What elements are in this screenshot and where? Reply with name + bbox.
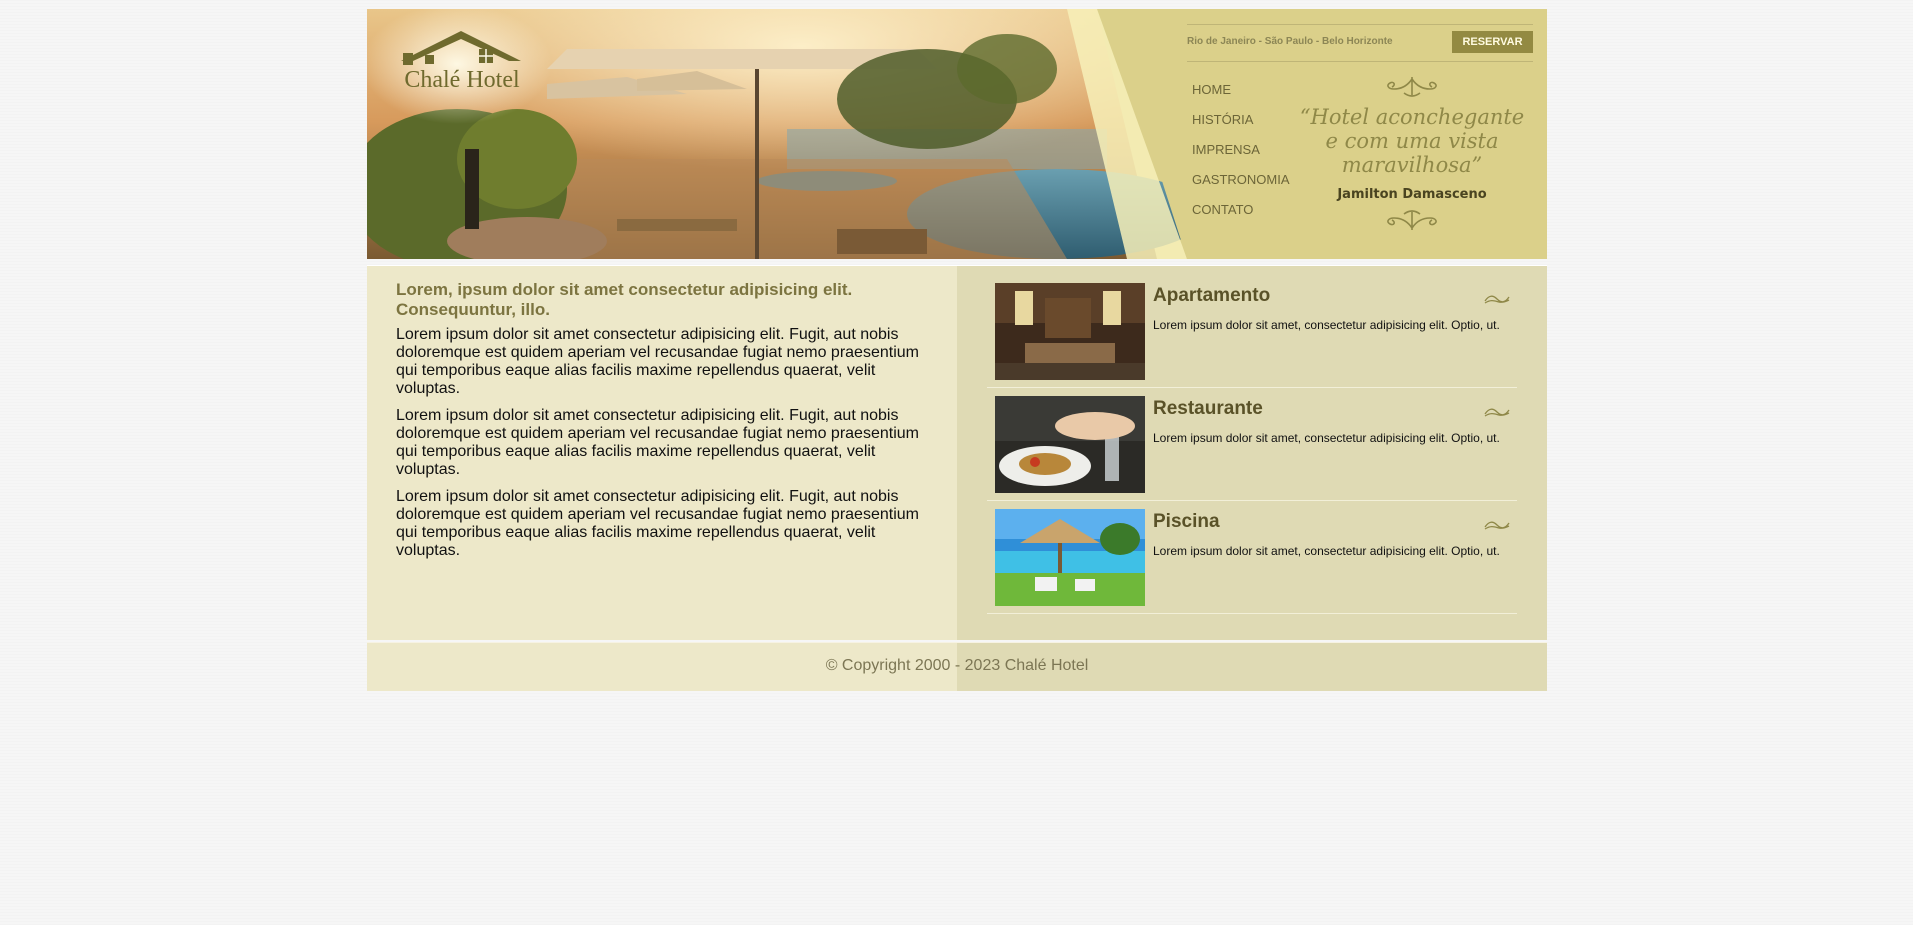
ornament-icon	[1484, 521, 1510, 530]
cities-text: Rio de Janeiro - São Paulo - Belo Horizo…	[1187, 36, 1393, 47]
service-item-piscina[interactable]: Piscina Lorem ipsum dolor sit amet, cons…	[987, 501, 1517, 614]
ornament-icon	[1484, 295, 1510, 304]
service-title[interactable]: Restaurante	[1153, 398, 1263, 420]
service-description: Lorem ipsum dolor sit amet, consectetur …	[1153, 318, 1500, 332]
footer: © Copyright 2000 - 2023 Chalé Hotel	[367, 642, 1547, 691]
top-bar: Rio de Janeiro - São Paulo - Belo Horizo…	[1187, 24, 1533, 62]
page-wrapper: Chalé Hotel Rio de Janeiro - São Paulo -…	[367, 9, 1547, 691]
service-item-apartamento[interactable]: Apartamento Lorem ipsum dolor sit amet, …	[987, 275, 1517, 388]
main-content: Lorem, ipsum dolor sit amet consectetur …	[367, 265, 1547, 640]
copyright-text: © Copyright 2000 - 2023 Chalé Hotel	[825, 657, 1089, 674]
flourish-bottom-icon	[1387, 210, 1437, 230]
service-item-restaurante[interactable]: Restaurante Lorem ipsum dolor sit amet, …	[987, 388, 1517, 501]
service-title[interactable]: Apartamento	[1153, 285, 1270, 307]
apartment-thumbnail	[995, 283, 1145, 380]
nav-item-home[interactable]: HOME	[1192, 81, 1290, 111]
pool-thumbnail	[995, 509, 1145, 606]
article-paragraph: Lorem ipsum dolor sit amet consectetur a…	[396, 488, 919, 559]
header: Chalé Hotel Rio de Janeiro - São Paulo -…	[367, 9, 1547, 259]
service-description: Lorem ipsum dolor sit amet, consectetur …	[1153, 431, 1500, 445]
nav-item-historia[interactable]: HISTÓRIA	[1192, 111, 1290, 141]
services-column: Apartamento Lorem ipsum dolor sit amet, …	[957, 266, 1547, 640]
service-title[interactable]: Piscina	[1153, 511, 1220, 533]
restaurant-thumbnail	[995, 396, 1145, 493]
article-title: Lorem, ipsum dolor sit amet consectetur …	[396, 280, 853, 319]
nav-item-gastronomia[interactable]: GASTRONOMIA	[1192, 171, 1290, 201]
flourish-top-icon	[1387, 77, 1437, 97]
article-paragraph: Lorem ipsum dolor sit amet consectetur a…	[396, 326, 919, 397]
quote-text: “Hotel aconchegante e com uma vista mara…	[1299, 105, 1525, 177]
service-description: Lorem ipsum dolor sit amet, consectetur …	[1153, 544, 1500, 558]
article-column: Lorem, ipsum dolor sit amet consectetur …	[367, 266, 957, 640]
nav-item-contato[interactable]: CONTATO	[1192, 201, 1290, 231]
main-nav: HOME HISTÓRIA IMPRENSA GASTRONOMIA CONTA…	[1192, 81, 1290, 231]
quote-author: Jamilton Damasceno	[1337, 187, 1487, 202]
logo-house-icon	[401, 31, 521, 65]
article-paragraph: Lorem ipsum dolor sit amet consectetur a…	[396, 407, 919, 478]
ornament-icon	[1484, 408, 1510, 417]
logo-text[interactable]: Chalé Hotel	[387, 67, 537, 94]
reserve-button[interactable]: RESERVAR	[1452, 31, 1533, 53]
testimonial: “Hotel aconchegante e com uma vista mara…	[1297, 75, 1527, 250]
nav-item-imprensa[interactable]: IMPRENSA	[1192, 141, 1290, 171]
